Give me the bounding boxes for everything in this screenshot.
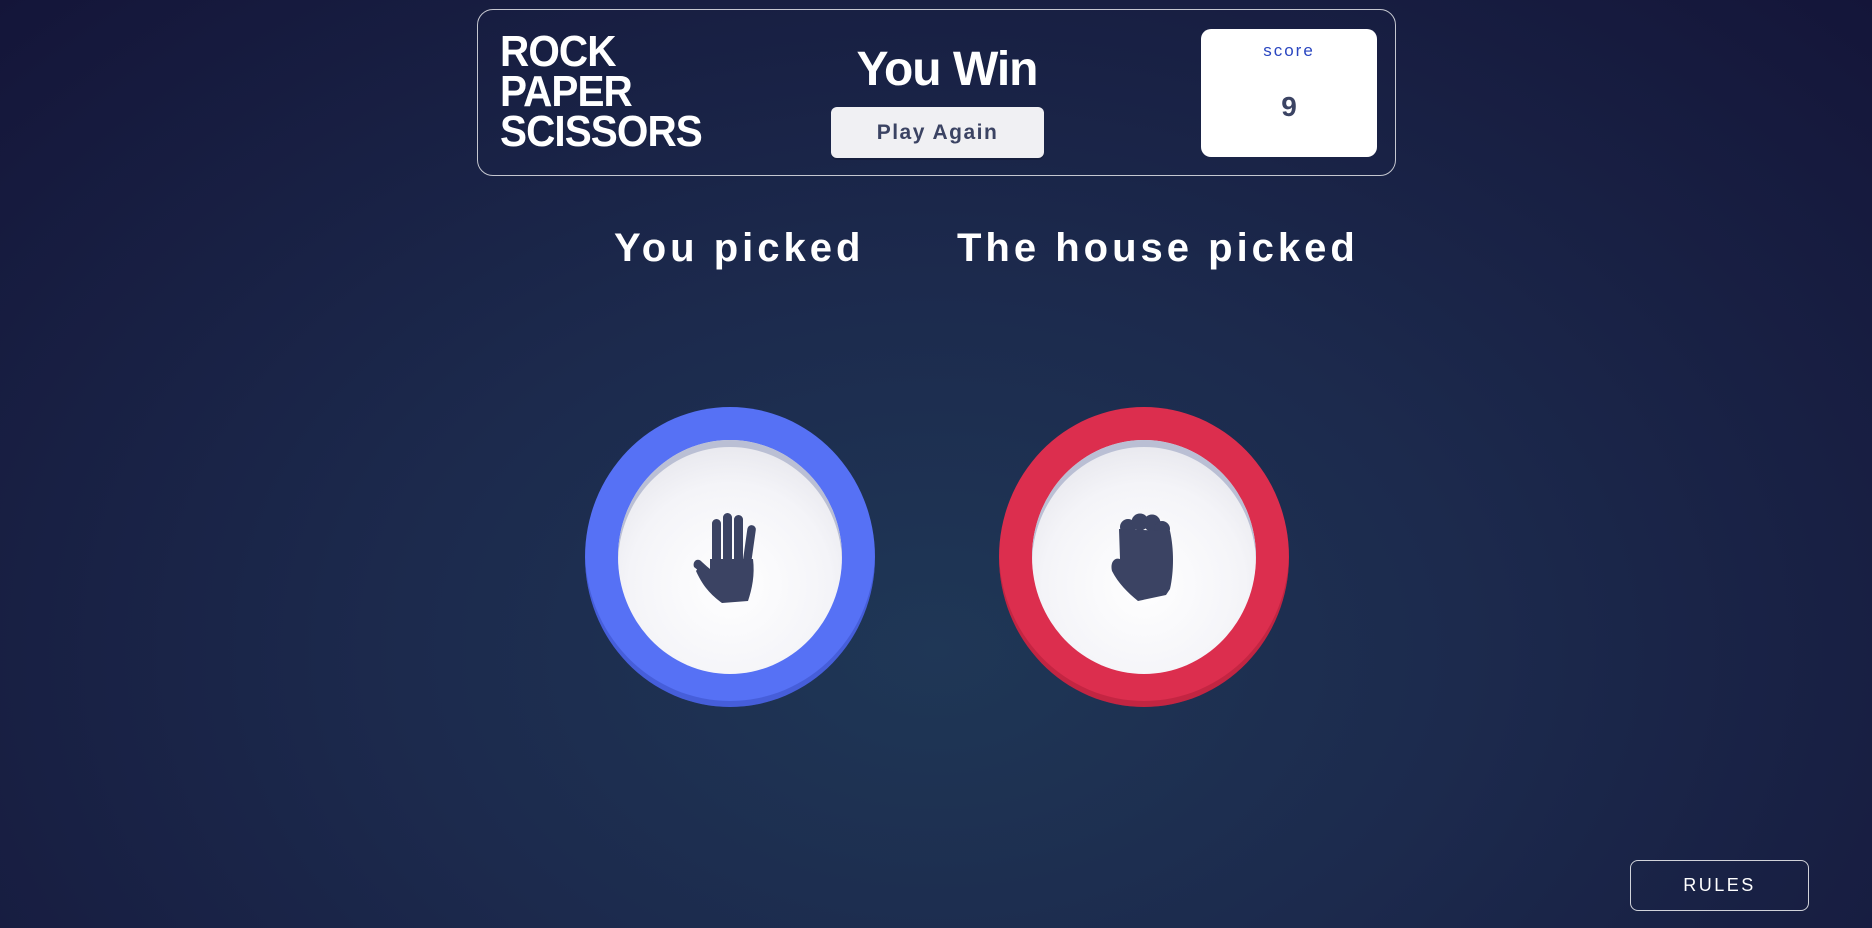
player-paper-token <box>585 407 875 707</box>
rock-fist-icon <box>1111 513 1173 601</box>
title-line-paper: PAPER <box>500 67 633 116</box>
score-label: score <box>1263 41 1315 60</box>
you-picked-label: You picked <box>614 226 865 270</box>
house-picked-label: The house picked <box>957 226 1359 270</box>
game-title: ROCK PAPER SCISSORS <box>500 27 703 156</box>
rules-button[interactable]: RULES <box>1630 860 1809 911</box>
result-text: You Win <box>856 43 1039 96</box>
play-again-button[interactable]: Play Again <box>831 107 1044 158</box>
title-line-rock: ROCK <box>500 27 616 76</box>
paper-hand-icon <box>693 513 756 603</box>
score-header: ROCK PAPER SCISSORS You Win Play Again s… <box>477 9 1396 176</box>
score-value: 9 <box>1281 91 1297 122</box>
token-face <box>618 440 842 674</box>
house-rock-token <box>999 407 1289 707</box>
title-line-scissors: SCISSORS <box>500 107 703 156</box>
token-face <box>1032 440 1256 674</box>
score-box: score 9 <box>1201 29 1377 157</box>
